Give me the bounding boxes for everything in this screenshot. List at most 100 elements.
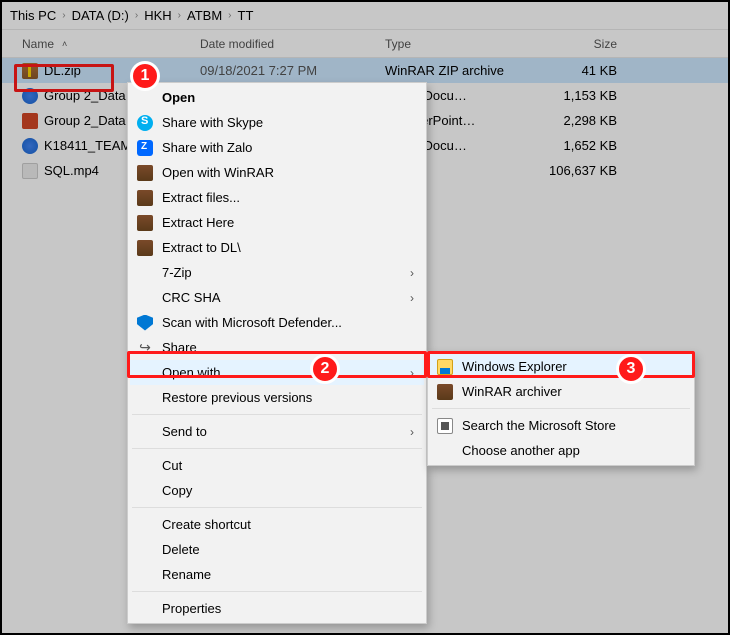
- store-icon: [437, 418, 453, 434]
- breadcrumb-part[interactable]: HKH: [144, 8, 171, 23]
- menu-crc-sha[interactable]: CRC SHA›: [130, 285, 424, 310]
- submenu-windows-explorer[interactable]: Windows Explorer: [430, 354, 692, 379]
- menu-properties[interactable]: Properties: [130, 596, 424, 621]
- winrar-icon: [137, 165, 153, 181]
- file-name: DL.zip: [44, 63, 81, 78]
- menu-label: Send to: [162, 424, 207, 439]
- menu-label: Open: [162, 90, 195, 105]
- menu-restore-previous[interactable]: Restore previous versions: [130, 385, 424, 410]
- chevron-right-icon: ›: [410, 266, 414, 280]
- html-file-icon: [22, 88, 38, 104]
- open-with-submenu: Windows Explorer WinRAR archiver Search …: [427, 351, 695, 466]
- menu-separator: [132, 448, 422, 449]
- menu-label: Windows Explorer: [462, 359, 567, 374]
- menu-share-skype[interactable]: Share with Skype: [130, 110, 424, 135]
- breadcrumb-part[interactable]: DATA (D:): [72, 8, 129, 23]
- menu-open[interactable]: Open: [130, 85, 424, 110]
- menu-label: Cut: [162, 458, 182, 473]
- explorer-icon: [437, 359, 453, 375]
- menu-label: 7-Zip: [162, 265, 192, 280]
- share-icon: ↪: [136, 339, 154, 357]
- chevron-right-icon: ›: [58, 10, 69, 21]
- file-size: 41 KB: [522, 63, 637, 78]
- winrar-icon: [437, 384, 453, 400]
- menu-7zip[interactable]: 7-Zip ›: [130, 260, 424, 285]
- menu-label: Extract Here: [162, 215, 234, 230]
- video-file-icon: [22, 163, 38, 179]
- breadcrumb-part[interactable]: This PC: [10, 8, 56, 23]
- chevron-right-icon: ›: [131, 10, 142, 21]
- menu-label: Delete: [162, 542, 200, 557]
- chevron-right-icon: ›: [174, 10, 185, 21]
- menu-label: Share: [162, 340, 197, 355]
- menu-label: Create shortcut: [162, 517, 251, 532]
- menu-open-with[interactable]: Open with ›: [130, 360, 424, 385]
- file-name: SQL.mp4: [44, 163, 99, 178]
- menu-rename[interactable]: Rename: [130, 562, 424, 587]
- menu-label: Scan with Microsoft Defender...: [162, 315, 342, 330]
- menu-label: Extract files...: [162, 190, 240, 205]
- menu-label: Restore previous versions: [162, 390, 312, 405]
- menu-extract-files[interactable]: Extract files...: [130, 185, 424, 210]
- menu-cut[interactable]: Cut: [130, 453, 424, 478]
- menu-label: Choose another app: [462, 443, 580, 458]
- file-type: WinRAR ZIP archive: [377, 63, 522, 78]
- chevron-right-icon: ›: [410, 425, 414, 439]
- winrar-icon: [137, 215, 153, 231]
- file-name: Group 2_Data…: [44, 113, 139, 128]
- submenu-winrar-archiver[interactable]: WinRAR archiver: [430, 379, 692, 404]
- shield-icon: [137, 315, 153, 331]
- zalo-icon: [137, 140, 153, 156]
- breadcrumb-part[interactable]: ATBM: [187, 8, 222, 23]
- breadcrumb-part[interactable]: TT: [238, 8, 254, 23]
- zip-file-icon: [22, 63, 38, 79]
- menu-label: Properties: [162, 601, 221, 616]
- menu-label: Search the Microsoft Store: [462, 418, 616, 433]
- column-date[interactable]: Date modified: [192, 37, 377, 51]
- ppt-file-icon: [22, 113, 38, 129]
- menu-separator: [432, 408, 690, 409]
- menu-label: Rename: [162, 567, 211, 582]
- winrar-icon: [137, 240, 153, 256]
- column-size[interactable]: Size: [522, 37, 637, 51]
- column-name-label: Name: [22, 37, 54, 51]
- menu-label: WinRAR archiver: [462, 384, 562, 399]
- menu-label: Open with: [162, 365, 221, 380]
- menu-label: Extract to DL\: [162, 240, 241, 255]
- menu-separator: [132, 414, 422, 415]
- menu-separator: [132, 591, 422, 592]
- menu-copy[interactable]: Copy: [130, 478, 424, 503]
- file-name: Group 2_Data…: [44, 88, 139, 103]
- menu-extract-to[interactable]: Extract to DL\: [130, 235, 424, 260]
- menu-delete[interactable]: Delete: [130, 537, 424, 562]
- column-name[interactable]: Name ˄: [2, 37, 192, 51]
- context-menu: Open Share with Skype Share with Zalo Op…: [127, 82, 427, 624]
- file-size: 106,637 KB: [522, 163, 637, 178]
- file-size: 1,153 KB: [522, 88, 637, 103]
- skype-icon: [137, 115, 153, 131]
- menu-label: Share with Skype: [162, 115, 263, 130]
- column-type[interactable]: Type: [377, 37, 522, 51]
- menu-extract-here[interactable]: Extract Here: [130, 210, 424, 235]
- submenu-choose-another[interactable]: Choose another app: [430, 438, 692, 463]
- menu-send-to[interactable]: Send to ›: [130, 419, 424, 444]
- sort-indicator-icon: ˄: [62, 39, 67, 49]
- menu-open-winrar[interactable]: Open with WinRAR: [130, 160, 424, 185]
- breadcrumb[interactable]: This PC› DATA (D:)› HKH› ATBM› TT: [2, 2, 728, 30]
- menu-label: Open with WinRAR: [162, 165, 274, 180]
- winrar-icon: [137, 190, 153, 206]
- menu-scan-defender[interactable]: Scan with Microsoft Defender...: [130, 310, 424, 335]
- menu-share[interactable]: ↪ Share: [130, 335, 424, 360]
- file-date: 09/18/2021 7:27 PM: [192, 63, 377, 78]
- menu-share-zalo[interactable]: Share with Zalo: [130, 135, 424, 160]
- column-headers[interactable]: Name ˄ Date modified Type Size: [2, 30, 728, 58]
- file-row[interactable]: DL.zip 09/18/2021 7:27 PM WinRAR ZIP arc…: [2, 58, 728, 83]
- menu-label: CRC SHA: [162, 290, 221, 305]
- html-file-icon: [22, 138, 38, 154]
- menu-create-shortcut[interactable]: Create shortcut: [130, 512, 424, 537]
- menu-label: Copy: [162, 483, 192, 498]
- submenu-search-store[interactable]: Search the Microsoft Store: [430, 413, 692, 438]
- menu-separator: [132, 507, 422, 508]
- chevron-right-icon: ›: [410, 366, 414, 380]
- chevron-right-icon: ›: [224, 10, 235, 21]
